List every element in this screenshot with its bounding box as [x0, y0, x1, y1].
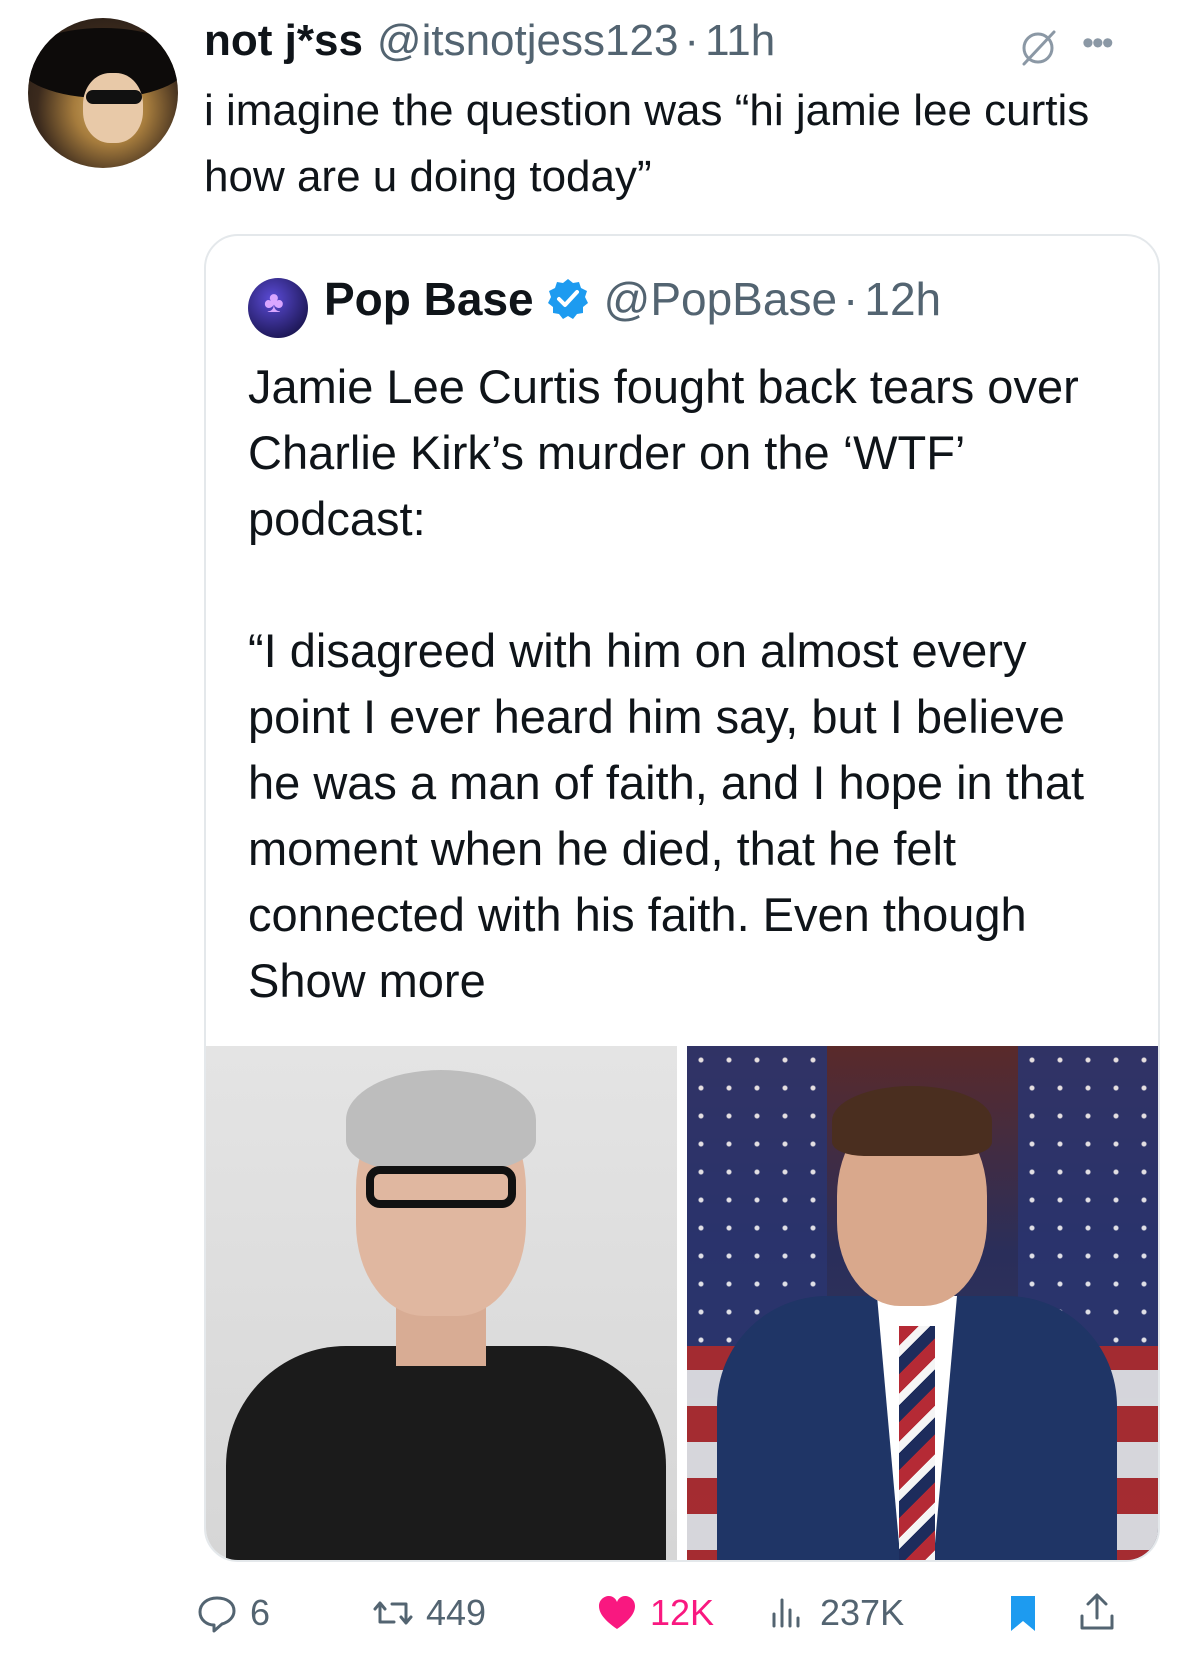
- photo-subject-tie: [899, 1326, 935, 1560]
- separator-dot: ·: [843, 273, 859, 325]
- mute-icon[interactable]: [1016, 26, 1060, 70]
- tweet-time[interactable]: 11h: [705, 16, 775, 66]
- quoted-tweet-card[interactable]: Pop Base @PopBase · 12h Jamie Lee Curtis…: [204, 234, 1160, 1562]
- bookmark-icon: [1011, 1596, 1035, 1631]
- quoted-tweet-body: Jamie Lee Curtis fought back tears over …: [248, 360, 1085, 941]
- tweet-header: not j*ss @itsnotjess123 · 11h: [204, 16, 775, 72]
- quoted-author-handle[interactable]: @PopBase: [604, 272, 837, 326]
- quoted-tweet-media: [206, 1046, 1158, 1560]
- quoted-tweet-header: Pop Base @PopBase · 12h: [324, 272, 941, 326]
- separator-dot: ·: [684, 16, 700, 65]
- views-button[interactable]: 237K: [766, 1592, 904, 1634]
- verified-badge-icon: [547, 279, 588, 319]
- retweet-count: 449: [426, 1592, 487, 1633]
- quoted-tweet-time[interactable]: 12h: [864, 272, 941, 326]
- quoted-author-name[interactable]: Pop Base: [324, 272, 534, 326]
- views-icon: [772, 1598, 800, 1628]
- author-avatar[interactable]: [28, 18, 178, 168]
- quoted-author-avatar[interactable]: [248, 278, 308, 338]
- more-icon[interactable]: •••: [1082, 24, 1114, 63]
- quoted-tweet-text: Jamie Lee Curtis fought back tears over …: [248, 354, 1128, 1014]
- share-icon: [1080, 1593, 1114, 1630]
- avatar-face: [83, 73, 143, 143]
- media-image-left[interactable]: [206, 1046, 677, 1560]
- action-bar: 6 449 12K 237K: [196, 1592, 1156, 1652]
- photo-subject-hair: [832, 1086, 992, 1156]
- view-count: 237K: [820, 1592, 905, 1633]
- photo-subject-glasses: [366, 1166, 516, 1208]
- author-handle[interactable]: @itsnotjess123: [377, 16, 679, 66]
- author-name[interactable]: not j*ss: [204, 16, 363, 66]
- like-count: 12K: [650, 1592, 715, 1633]
- retweet-icon: [373, 1601, 413, 1625]
- reply-count: 6: [250, 1592, 271, 1633]
- photo-subject-hair: [346, 1070, 536, 1170]
- like-button[interactable]: 12K: [596, 1592, 714, 1634]
- photo-subject-body: [226, 1346, 666, 1560]
- media-image-right[interactable]: [687, 1046, 1158, 1560]
- avatar-sunglasses: [86, 90, 142, 104]
- share-button[interactable]: [1076, 1592, 1130, 1634]
- show-more-link[interactable]: Show more: [248, 954, 486, 1007]
- heart-icon: [599, 1596, 635, 1629]
- reply-icon: [198, 1596, 236, 1633]
- reply-button[interactable]: 6: [196, 1592, 270, 1634]
- retweet-button[interactable]: 449: [372, 1592, 486, 1634]
- bookmark-button[interactable]: [1002, 1592, 1056, 1634]
- tweet-text: i imagine the question was “hi jamie lee…: [204, 86, 1090, 201]
